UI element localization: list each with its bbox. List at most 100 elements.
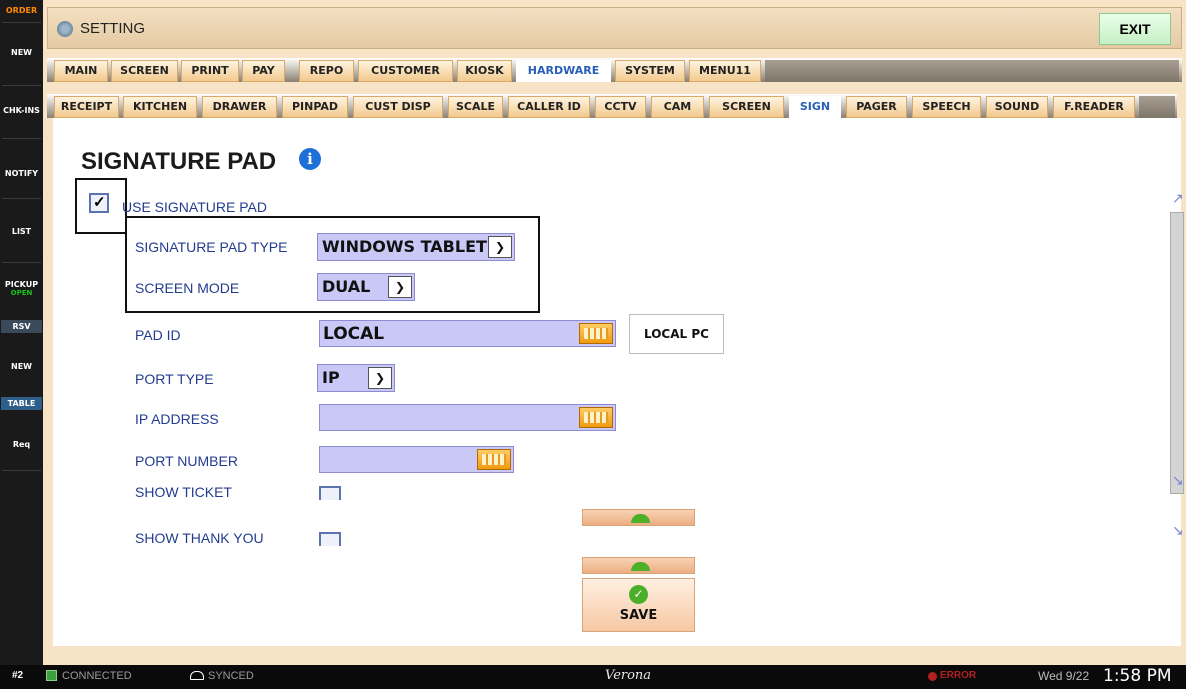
tab-cust-disp[interactable]: CUST DISP — [353, 96, 443, 118]
info-icon[interactable]: i — [299, 148, 321, 170]
tab-screen[interactable]: SCREEN — [111, 60, 178, 82]
pickup-label: PICKUP — [4, 280, 39, 289]
tab-sign[interactable]: SIGN — [789, 96, 841, 118]
chevron-down-icon[interactable]: ❯ — [368, 367, 392, 389]
tab-print[interactable]: PRINT — [181, 60, 239, 82]
exit-button[interactable]: EXIT — [1099, 13, 1171, 45]
tab-cam[interactable]: CAM — [651, 96, 704, 118]
chevron-down-icon[interactable]: ❯ — [488, 236, 512, 258]
pad-id-label: PAD ID — [135, 327, 181, 343]
sidebar-item-chk-ins[interactable]: CHK-INS — [0, 106, 43, 115]
tab-pager[interactable]: PAGER — [846, 96, 907, 118]
pad-id-field[interactable]: LOCAL — [319, 320, 616, 347]
pad-id-value: LOCAL — [323, 324, 385, 344]
sidebar-item-table[interactable]: TABLE — [1, 397, 42, 410]
tab-bar-empty — [1139, 96, 1175, 118]
sidebar-item-rsv[interactable]: RSV — [1, 320, 42, 333]
screen-mode-select[interactable]: DUAL ❯ — [317, 273, 415, 301]
sidebar-item-pickup[interactable]: PICKUP OPEN — [0, 280, 43, 297]
sidebar-divider — [2, 22, 41, 23]
sidebar-item-new-2[interactable]: NEW — [0, 362, 43, 371]
brand-logo: Verona — [605, 668, 652, 683]
scroll-down-icon[interactable]: ↘ — [1172, 522, 1184, 539]
tab-drawer[interactable]: DRAWER — [202, 96, 277, 118]
screen-mode-label: SCREEN MODE — [135, 280, 240, 296]
window-title: SETTING — [80, 20, 146, 37]
pickup-status: OPEN — [10, 289, 33, 297]
local-pc-button[interactable]: LOCAL PC — [629, 314, 724, 354]
settings-panel: SIGNATURE PAD i ✓ USE SIGNATURE PAD SIGN… — [53, 118, 1184, 646]
station-number: #2 — [12, 670, 24, 681]
tab-pinpad[interactable]: PINPAD — [282, 96, 348, 118]
sidebar-item-req[interactable]: Req — [0, 440, 43, 449]
port-type-label: PORT TYPE — [135, 371, 214, 387]
tab-kiosk[interactable]: KIOSK — [457, 60, 512, 82]
tab-kitchen[interactable]: KITCHEN — [123, 96, 197, 118]
title-bar: SETTING EXIT — [47, 7, 1182, 49]
cloud-icon — [190, 671, 204, 680]
tab-main[interactable]: MAIN — [54, 60, 108, 82]
error-status[interactable]: ERROR — [940, 670, 976, 681]
tab-receipt[interactable]: RECEIPT — [54, 96, 119, 118]
show-thank-you-label: SHOW THANK YOU — [135, 530, 264, 546]
keyboard-icon[interactable] — [579, 407, 613, 428]
use-signature-pad-checkbox[interactable]: ✓ — [89, 193, 109, 213]
tab-hw-screen[interactable]: SCREEN — [709, 96, 784, 118]
tab-scale[interactable]: SCALE — [448, 96, 503, 118]
sidebar-item-new[interactable]: NEW — [0, 48, 43, 57]
tab-customer[interactable]: CUSTOMER — [358, 60, 453, 82]
network-icon — [46, 670, 57, 681]
app-root: ORDER NEW CHK-INS NOTIFY LIST PICKUP OPE… — [0, 0, 1186, 689]
sidebar-divider — [2, 198, 41, 199]
left-sidebar: ORDER NEW CHK-INS NOTIFY LIST PICKUP OPE… — [0, 0, 43, 689]
pad-type-select[interactable]: WINDOWS TABLET ❯ — [317, 233, 515, 261]
tab-menu11[interactable]: MENU11 — [689, 60, 761, 82]
scroll-down-icon[interactable]: ↘ — [1172, 472, 1184, 489]
pad-type-value: WINDOWS TABLET — [322, 237, 487, 256]
keyboard-icon[interactable] — [477, 449, 511, 470]
show-ticket-checkbox[interactable] — [319, 486, 341, 500]
sidebar-divider — [2, 470, 41, 471]
ip-address-field[interactable] — [319, 404, 616, 431]
sidebar-divider — [2, 85, 41, 86]
sync-status: SYNCED — [208, 670, 254, 682]
tab-hardware[interactable]: HARDWARE — [516, 60, 611, 82]
status-time: 1:58 PM — [1103, 666, 1172, 686]
sidebar-divider — [2, 262, 41, 263]
tab-pay[interactable]: PAY — [242, 60, 285, 82]
sidebar-item-notify[interactable]: NOTIFY — [0, 169, 43, 178]
tab-cctv[interactable]: CCTV — [595, 96, 646, 118]
settings-window: SETTING EXIT MAIN SCREEN PRINT PAY REPO … — [43, 0, 1186, 689]
port-type-select[interactable]: IP ❯ — [317, 364, 395, 392]
sidebar-divider — [2, 138, 41, 139]
save-button-label: SAVE — [619, 608, 658, 623]
keyboard-icon[interactable] — [579, 323, 613, 344]
port-number-field[interactable] — [319, 446, 514, 473]
ip-address-label: IP ADDRESS — [135, 411, 219, 427]
sidebar-item-order[interactable]: ORDER — [0, 6, 43, 15]
scroll-up-icon[interactable]: ↗ — [1172, 190, 1184, 207]
hidden-button-strip[interactable] — [582, 509, 695, 526]
hidden-button-strip[interactable] — [582, 557, 695, 574]
use-signature-pad-label: USE SIGNATURE PAD — [122, 199, 267, 215]
gear-icon — [57, 21, 73, 37]
chevron-down-icon[interactable]: ❯ — [388, 276, 412, 298]
show-thank-you-checkbox[interactable] — [319, 532, 341, 546]
vertical-scrollbar[interactable]: ↗ ↘ ↘ — [1168, 186, 1184, 539]
tab-bar-empty — [765, 60, 1179, 82]
tab-sound[interactable]: SOUND — [986, 96, 1048, 118]
scrollbar-thumb[interactable] — [1170, 212, 1184, 494]
port-number-label: PORT NUMBER — [135, 453, 238, 469]
error-icon — [928, 672, 937, 681]
tab-speech[interactable]: SPEECH — [912, 96, 981, 118]
status-date: Wed 9/22 — [1038, 669, 1090, 683]
tab-f-reader[interactable]: F.READER — [1053, 96, 1135, 118]
save-button[interactable]: ✓ SAVE — [582, 578, 695, 632]
screen-mode-value: DUAL — [322, 277, 371, 296]
tab-caller-id[interactable]: CALLER ID — [508, 96, 590, 118]
check-circle-icon: ✓ — [629, 585, 648, 604]
sidebar-item-list[interactable]: LIST — [0, 227, 43, 236]
tab-system[interactable]: SYSTEM — [615, 60, 685, 82]
tab-repo[interactable]: REPO — [299, 60, 354, 82]
pad-type-label: SIGNATURE PAD TYPE — [135, 239, 288, 255]
